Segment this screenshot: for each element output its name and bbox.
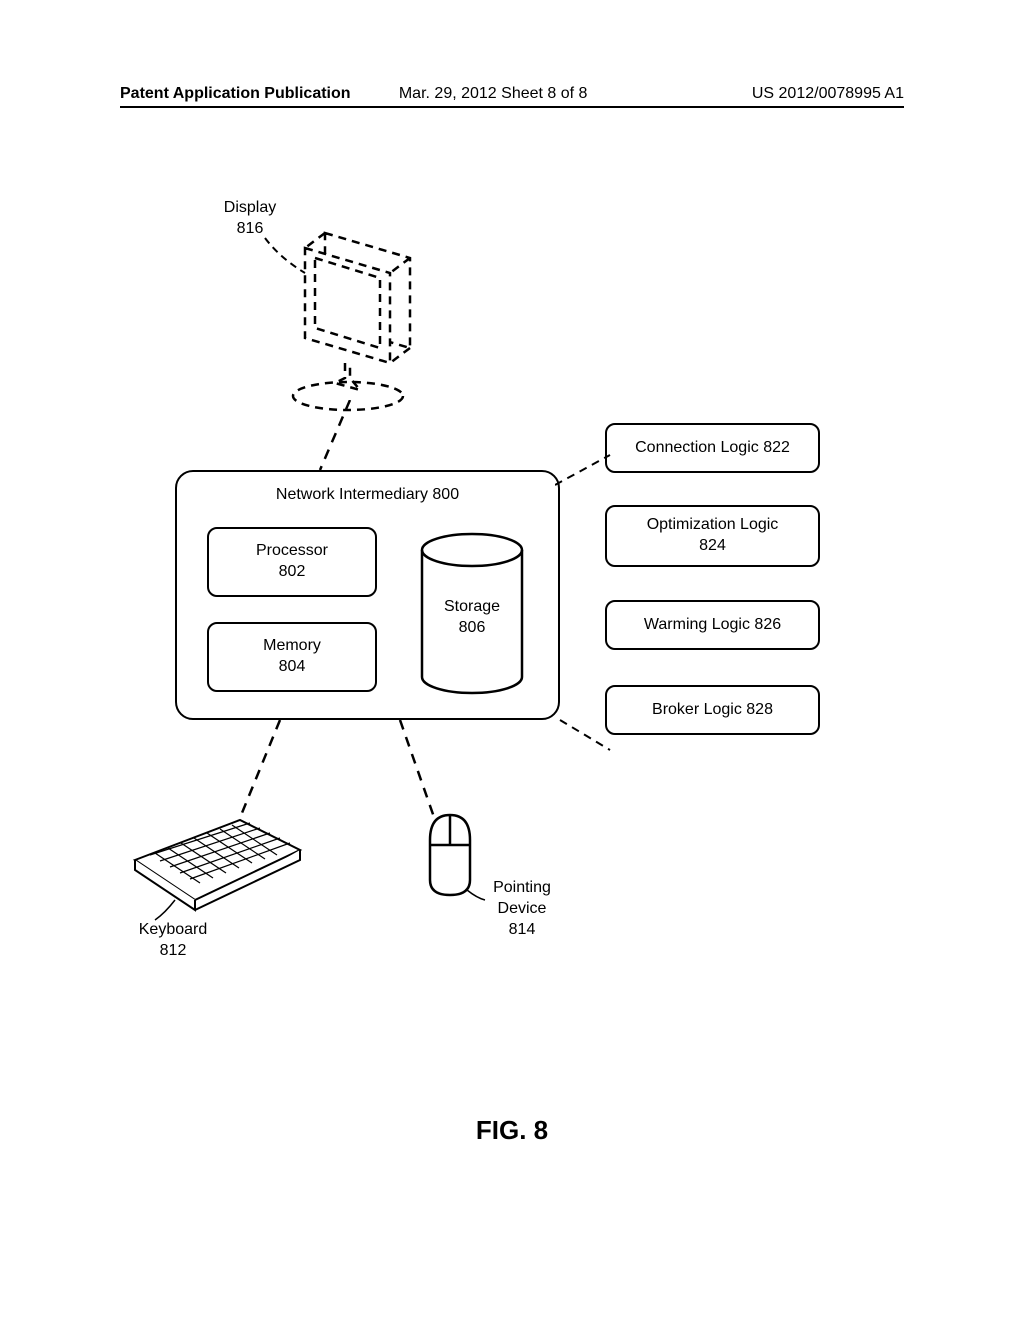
optimization-logic-ref: 824 <box>699 536 726 557</box>
connection-logic-box: Connection Logic 822 <box>605 423 820 473</box>
processor-label: Processor <box>256 541 328 562</box>
pointing-label-group: Pointing Device 814 <box>482 878 562 940</box>
network-intermediary-box: Network Intermediary 800 Processor 802 M… <box>175 470 560 720</box>
keyboard-label-group: Keyboard 812 <box>128 920 218 962</box>
processor-ref: 802 <box>279 562 306 583</box>
header-center: Mar. 29, 2012 Sheet 8 of 8 <box>399 85 588 103</box>
memory-ref: 804 <box>279 657 306 678</box>
pointing-label: Pointing <box>493 879 551 896</box>
storage-label: Storage <box>444 598 500 615</box>
keyboard-icon <box>120 805 310 925</box>
keyboard-label: Keyboard <box>139 921 208 938</box>
warming-logic-label: Warming Logic 826 <box>644 615 781 636</box>
pointing-ref: 814 <box>509 921 536 938</box>
storage-ref: 806 <box>459 619 486 636</box>
header-rule <box>120 106 904 108</box>
display-icon <box>250 218 450 418</box>
connection-logic-label: Connection Logic 822 <box>635 438 790 459</box>
header-right: US 2012/0078995 A1 <box>752 85 904 103</box>
header-left: Patent Application Publication <box>120 85 351 103</box>
warming-logic-box: Warming Logic 826 <box>605 600 820 650</box>
pointing-label2: Device <box>498 900 547 917</box>
optimization-logic-box: Optimization Logic 824 <box>605 505 820 567</box>
keyboard-ref: 812 <box>160 942 187 959</box>
memory-box: Memory 804 <box>207 622 377 692</box>
processor-box: Processor 802 <box>207 527 377 597</box>
main-box-title: Network Intermediary 800 <box>177 486 558 504</box>
diagram-area: Display 816 Network Intermediary 800 <box>0 180 1024 1080</box>
storage-label-group: Storage 806 <box>437 597 507 639</box>
display-connector <box>300 400 380 480</box>
broker-logic-box: Broker Logic 828 <box>605 685 820 735</box>
figure-label: FIG. 8 <box>0 1115 1024 1146</box>
memory-label: Memory <box>263 636 321 657</box>
broker-logic-label: Broker Logic 828 <box>652 700 773 721</box>
optimization-logic-label: Optimization Logic <box>647 515 779 536</box>
display-label-text: Display <box>224 199 276 216</box>
